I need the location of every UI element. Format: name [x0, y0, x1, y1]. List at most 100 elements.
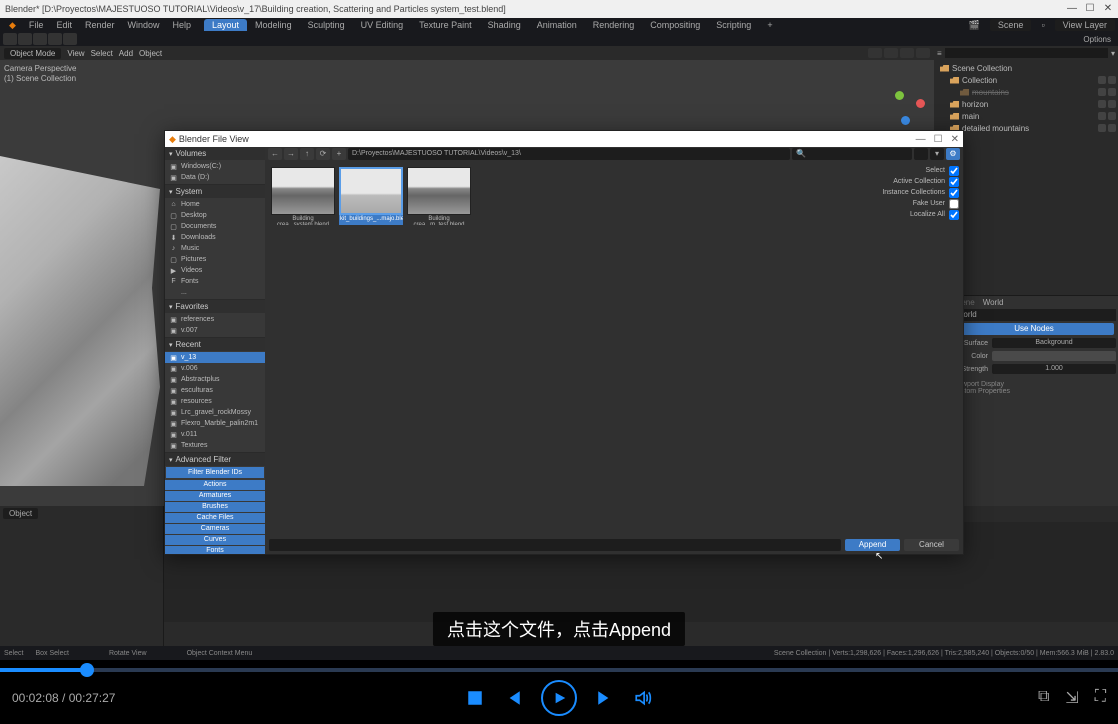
- filename-input[interactable]: [269, 539, 841, 551]
- system-item-desktop[interactable]: ▢Desktop: [165, 210, 265, 221]
- outliner-filter-icon[interactable]: ▾: [1111, 49, 1115, 58]
- settings-icon[interactable]: ⚙: [946, 148, 960, 160]
- nav-fwd-icon[interactable]: →: [284, 148, 298, 160]
- viewlayer-name[interactable]: View Layer: [1055, 19, 1115, 31]
- progress-bar[interactable]: [0, 668, 1118, 672]
- append-button[interactable]: Append: [845, 539, 900, 551]
- shading-wireframe-icon[interactable]: [868, 48, 882, 58]
- eye-icon[interactable]: [1098, 100, 1106, 108]
- filter-brushes[interactable]: Brushes: [165, 502, 265, 512]
- filter-armatures[interactable]: Armatures: [165, 491, 265, 501]
- minimize-button[interactable]: —: [1067, 4, 1077, 14]
- color-value[interactable]: [992, 351, 1116, 361]
- stop-button[interactable]: [465, 688, 485, 708]
- shading-rendered-icon[interactable]: [916, 48, 930, 58]
- camera-icon[interactable]: [1108, 124, 1116, 132]
- camera-icon[interactable]: [1108, 76, 1116, 84]
- world-datablock[interactable]: World: [952, 309, 1116, 321]
- cursor-tool-icon[interactable]: [3, 33, 17, 45]
- tab-uvediting[interactable]: UV Editing: [353, 19, 412, 31]
- theater-button[interactable]: ⇲: [1065, 688, 1078, 708]
- favorite-item[interactable]: ▣v.007: [165, 325, 265, 336]
- system-item-more[interactable]: ...: [165, 287, 265, 298]
- volumes-header[interactable]: Volumes: [165, 147, 265, 160]
- menu-render[interactable]: Render: [79, 19, 121, 31]
- filter-blender-ids[interactable]: Filter Blender IDs: [166, 467, 264, 478]
- favorite-item[interactable]: ▣references: [165, 314, 265, 325]
- custom-props-panel[interactable]: Custom Properties: [952, 388, 1116, 395]
- file-search-input[interactable]: 🔍: [792, 148, 912, 160]
- system-item-pictures[interactable]: ▢Pictures: [165, 254, 265, 265]
- recent-item[interactable]: ▣Lrc_gravel_rockMossy: [165, 407, 265, 418]
- tab-shading[interactable]: Shading: [480, 19, 529, 31]
- tab-sculpting[interactable]: Sculpting: [300, 19, 353, 31]
- recent-item[interactable]: ▣Flexro_Marble_palin2m1: [165, 418, 265, 429]
- tab-animation[interactable]: Animation: [529, 19, 585, 31]
- volume-button[interactable]: [633, 688, 653, 708]
- outliner-type-icon[interactable]: ≡: [937, 49, 942, 58]
- cancel-button[interactable]: Cancel: [904, 539, 959, 551]
- axis-y-icon[interactable]: [895, 91, 904, 100]
- menu-window[interactable]: Window: [121, 19, 165, 31]
- nav-up-icon[interactable]: ↑: [300, 148, 314, 160]
- volume-item[interactable]: ▣Windows(C:): [165, 161, 265, 172]
- select-menu[interactable]: Select: [91, 49, 113, 58]
- axis-gizmo[interactable]: [886, 86, 926, 126]
- nav-newfolder-icon[interactable]: +: [332, 148, 346, 160]
- system-item-downloads[interactable]: ⬇Downloads: [165, 232, 265, 243]
- strength-value[interactable]: 1.000: [992, 364, 1116, 374]
- options-dropdown[interactable]: Options: [1083, 35, 1115, 44]
- prev-button[interactable]: [503, 688, 523, 708]
- recent-item[interactable]: ▣v.011: [165, 429, 265, 440]
- eye-icon[interactable]: [1098, 76, 1106, 84]
- recent-item[interactable]: ▣v.006: [165, 363, 265, 374]
- advanced-filter-header[interactable]: Advanced Filter: [165, 453, 265, 466]
- tab-modeling[interactable]: Modeling: [247, 19, 300, 31]
- fullscreen-button[interactable]: ⛶: [1095, 688, 1106, 708]
- pip-button[interactable]: ⧉: [1038, 688, 1049, 708]
- tab-layout[interactable]: Layout: [204, 19, 247, 31]
- tab-texturepaint[interactable]: Texture Paint: [411, 19, 480, 31]
- tree-horizon[interactable]: horizon: [936, 98, 1116, 110]
- filter-icon[interactable]: ▾: [930, 148, 944, 160]
- tab-compositing[interactable]: Compositing: [642, 19, 708, 31]
- prop-world-tab[interactable]: World: [983, 298, 1004, 307]
- tree-collection[interactable]: Collection: [936, 74, 1116, 86]
- object-menu[interactable]: Object: [139, 49, 162, 58]
- progress-knob[interactable]: [80, 663, 94, 677]
- play-button[interactable]: [541, 680, 577, 716]
- viewport-display-panel[interactable]: Viewport Display: [952, 381, 1116, 388]
- system-header[interactable]: System: [165, 185, 265, 198]
- tab-scripting[interactable]: Scripting: [708, 19, 759, 31]
- shading-solid-icon[interactable]: [884, 48, 898, 58]
- eye-icon[interactable]: [1098, 124, 1106, 132]
- filter-actions[interactable]: Actions: [165, 480, 265, 490]
- system-item-home[interactable]: ⌂Home: [165, 199, 265, 210]
- recent-item[interactable]: ▣Abstractplus: [165, 374, 265, 385]
- opt-select-checkbox[interactable]: [949, 166, 959, 176]
- recent-item[interactable]: ▣Textures: [165, 440, 265, 451]
- proportional-icon[interactable]: [63, 33, 77, 45]
- nav-refresh-icon[interactable]: ⟳: [316, 148, 330, 160]
- recent-header[interactable]: Recent: [165, 338, 265, 351]
- camera-icon[interactable]: [1108, 112, 1116, 120]
- camera-icon[interactable]: [1108, 88, 1116, 96]
- menu-help[interactable]: Help: [167, 19, 198, 31]
- snap-icon[interactable]: [48, 33, 62, 45]
- system-item-fonts[interactable]: FFonts: [165, 276, 265, 287]
- select-tool-icon[interactable]: [18, 33, 32, 45]
- filter-curves[interactable]: Curves: [165, 535, 265, 545]
- fd-close-button[interactable]: ✕: [951, 134, 959, 145]
- filter-cachefiles[interactable]: Cache Files: [165, 513, 265, 523]
- use-nodes-button[interactable]: Use Nodes: [954, 323, 1114, 335]
- file-thumbnail[interactable]: Building crea...m_test.blend: [407, 167, 471, 225]
- fd-maximize-button[interactable]: ☐: [934, 134, 943, 145]
- opt-localize-checkbox[interactable]: [949, 210, 959, 220]
- file-thumbnail-selected[interactable]: kit_buildings_...majo.blend: [339, 167, 403, 225]
- display-mode-icon[interactable]: [914, 148, 928, 160]
- camera-icon[interactable]: [1108, 100, 1116, 108]
- fd-minimize-button[interactable]: —: [916, 134, 926, 145]
- mode-select[interactable]: Object Mode: [4, 48, 61, 59]
- filter-cameras[interactable]: Cameras: [165, 524, 265, 534]
- opt-instance-checkbox[interactable]: [949, 188, 959, 198]
